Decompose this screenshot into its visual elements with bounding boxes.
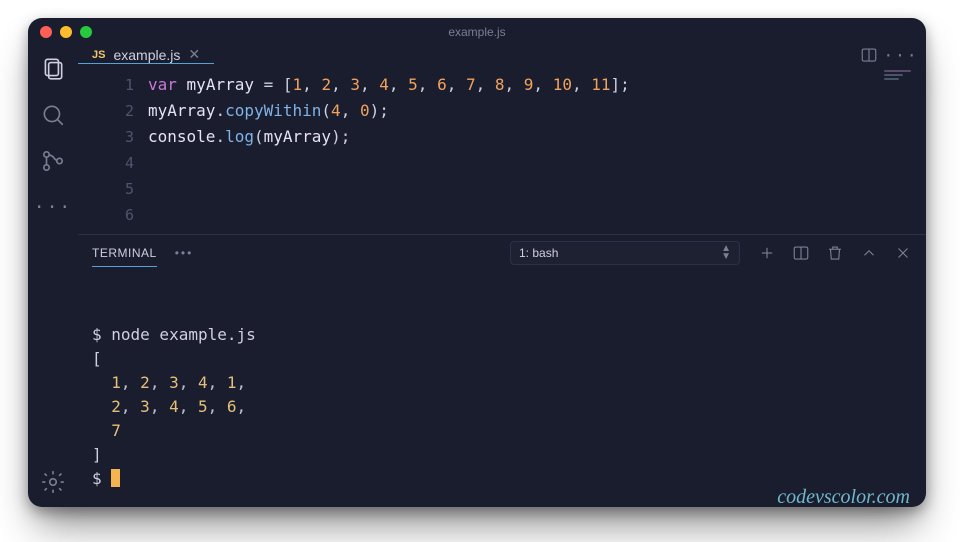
code-editor[interactable]: 123456 var myArray = [1, 2, 3, 4, 5, 6, … bbox=[78, 64, 926, 234]
new-terminal-icon[interactable] bbox=[758, 244, 776, 262]
explorer-icon[interactable] bbox=[40, 56, 66, 82]
close-panel-icon[interactable] bbox=[894, 244, 912, 262]
tab-terminal[interactable]: TERMINAL bbox=[92, 240, 157, 267]
activity-overflow-icon[interactable]: ··· bbox=[40, 194, 66, 220]
tab-bar: JS example.js ✕ ··· bbox=[78, 46, 926, 64]
js-badge-icon: JS bbox=[92, 49, 105, 61]
collapse-panel-icon[interactable] bbox=[860, 244, 878, 262]
terminal-output[interactable]: $ node example.js[ 1, 2, 3, 4, 1, 2, 3, … bbox=[78, 271, 926, 507]
line-gutter: 123456 bbox=[78, 64, 148, 234]
select-arrows-icon: ▲▼ bbox=[721, 245, 731, 261]
terminal-cursor bbox=[111, 469, 120, 487]
terminal-select-label: 1: bash bbox=[519, 246, 558, 260]
panel-header: TERMINAL ••• 1: bash ▲▼ bbox=[78, 235, 926, 271]
panel: TERMINAL ••• 1: bash ▲▼ bbox=[78, 234, 926, 507]
title-bar: example.js bbox=[28, 18, 926, 46]
split-editor-icon[interactable] bbox=[860, 46, 878, 64]
source-control-icon[interactable] bbox=[40, 148, 66, 174]
trash-icon[interactable] bbox=[826, 244, 844, 262]
activity-bar: ··· bbox=[28, 46, 78, 507]
code-area[interactable]: var myArray = [1, 2, 3, 4, 5, 6, 7, 8, 9… bbox=[148, 64, 926, 234]
editor-actions: ··· bbox=[860, 46, 920, 64]
editor-window: example.js ··· JS example.js bbox=[28, 18, 926, 507]
window-title: example.js bbox=[28, 25, 926, 39]
tab-label: example.js bbox=[113, 47, 180, 63]
settings-icon[interactable] bbox=[40, 469, 66, 495]
tab-example-js[interactable]: JS example.js ✕ bbox=[78, 46, 214, 64]
watermark: codevscolor.com bbox=[777, 485, 910, 507]
minimap[interactable] bbox=[884, 70, 918, 80]
split-terminal-icon[interactable] bbox=[792, 244, 810, 262]
close-tab-icon[interactable]: ✕ bbox=[188, 46, 200, 63]
panel-overflow-icon[interactable]: ••• bbox=[175, 246, 194, 260]
terminal-select[interactable]: 1: bash ▲▼ bbox=[510, 241, 740, 265]
editor-more-icon[interactable]: ··· bbox=[892, 46, 910, 64]
search-icon[interactable] bbox=[40, 102, 66, 128]
